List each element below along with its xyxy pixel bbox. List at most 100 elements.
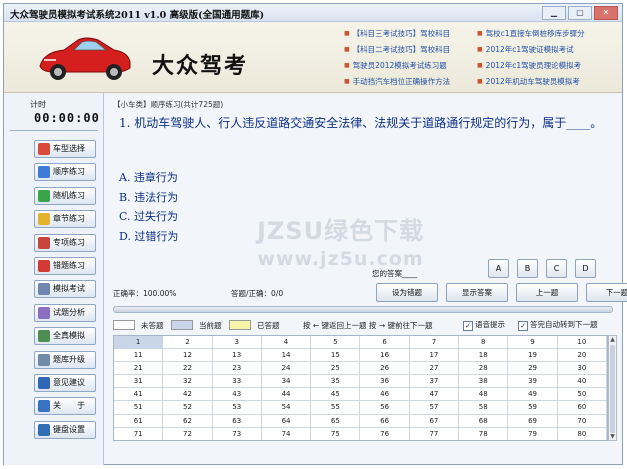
question-cell[interactable]: 60: [557, 401, 607, 415]
question-cell[interactable]: 15: [311, 349, 361, 363]
answer-b-button[interactable]: B: [517, 259, 538, 278]
close-button[interactable]: ✕: [594, 6, 618, 20]
question-cell[interactable]: 3: [212, 336, 262, 350]
question-cell[interactable]: 27: [409, 362, 460, 376]
question-cell[interactable]: 63: [212, 414, 262, 428]
sidebar-button[interactable]: 专项练习: [34, 233, 96, 252]
question-cell[interactable]: 68: [459, 414, 509, 428]
sidebar-button[interactable]: 意见建议: [34, 373, 96, 392]
question-cell[interactable]: 32: [163, 375, 213, 389]
question-cell[interactable]: 18: [459, 349, 509, 363]
question-cell[interactable]: 57: [409, 401, 460, 415]
option-a[interactable]: A. 违章行为: [119, 169, 178, 189]
question-cell[interactable]: 11: [114, 349, 164, 363]
question-cell[interactable]: 35: [311, 375, 361, 389]
question-cell[interactable]: 17: [409, 349, 460, 363]
question-cell[interactable]: 78: [459, 427, 509, 440]
title-bar[interactable]: 大众驾驶员模拟考试系统2011 v1.0 高级版(全国通用题库) ▁ ▢ ✕: [4, 4, 622, 22]
answer-c-button[interactable]: C: [546, 259, 567, 278]
question-cell[interactable]: 16: [360, 349, 410, 363]
question-cell[interactable]: 67: [409, 414, 460, 428]
question-cell[interactable]: 1: [114, 336, 164, 350]
question-cell[interactable]: 24: [261, 362, 312, 376]
question-cell[interactable]: 36: [360, 375, 410, 389]
sidebar-button[interactable]: 题库升级: [34, 350, 96, 369]
sidebar-button[interactable]: 关 于: [34, 397, 96, 416]
question-cell[interactable]: 55: [311, 401, 361, 415]
sidebar-button[interactable]: 随机练习: [34, 186, 96, 205]
question-cell[interactable]: 4: [261, 336, 312, 350]
question-cell[interactable]: 44: [261, 388, 312, 402]
question-cell[interactable]: 28: [459, 362, 509, 376]
news-link[interactable]: 【科目二考试技巧】驾校科目: [344, 42, 484, 58]
scroll-down-icon[interactable]: ▼: [609, 433, 616, 440]
option-d[interactable]: D. 过错行为: [119, 228, 178, 248]
answer-a-button[interactable]: A: [488, 259, 509, 278]
sidebar-button[interactable]: 错题练习: [34, 256, 96, 275]
question-cell[interactable]: 51: [114, 401, 164, 415]
option-c[interactable]: C. 过失行为: [119, 208, 178, 228]
question-cell[interactable]: 26: [360, 362, 410, 376]
question-cell[interactable]: 25: [311, 362, 361, 376]
question-cell[interactable]: 73: [212, 427, 262, 440]
question-cell[interactable]: 66: [360, 414, 410, 428]
question-cell[interactable]: 58: [459, 401, 509, 415]
question-cell[interactable]: 49: [508, 388, 558, 402]
news-link[interactable]: 2012年c1驾驶证模拟考试: [477, 42, 619, 58]
question-cell[interactable]: 65: [311, 414, 361, 428]
question-cell[interactable]: 12: [163, 349, 213, 363]
question-cell[interactable]: 70: [557, 414, 607, 428]
question-cell[interactable]: 43: [212, 388, 262, 402]
question-cell[interactable]: 62: [163, 414, 213, 428]
question-cell[interactable]: 13: [212, 349, 262, 363]
sidebar-button[interactable]: 车型选择: [34, 140, 96, 158]
sidebar-button[interactable]: 顺序练习: [34, 163, 96, 182]
question-cell[interactable]: 20: [557, 349, 607, 363]
question-cell[interactable]: 14: [261, 349, 312, 363]
question-cell[interactable]: 38: [459, 375, 509, 389]
scroll-thumb[interactable]: [610, 345, 615, 433]
question-cell[interactable]: 9: [508, 336, 558, 350]
question-cell[interactable]: 29: [508, 362, 558, 376]
question-cell[interactable]: 80: [557, 427, 607, 440]
question-cell[interactable]: 69: [508, 414, 558, 428]
question-cell[interactable]: 52: [163, 401, 213, 415]
question-cell[interactable]: 23: [212, 362, 262, 376]
question-cell[interactable]: 48: [459, 388, 509, 402]
question-cell[interactable]: 19: [508, 349, 558, 363]
news-link[interactable]: 2012年c1驾驶员理论模拟考: [477, 58, 619, 74]
question-cell[interactable]: 40: [557, 375, 607, 389]
question-cell[interactable]: 64: [261, 414, 312, 428]
sidebar-button[interactable]: 章节练习: [34, 210, 96, 229]
question-cell[interactable]: 6: [360, 336, 410, 350]
question-cell[interactable]: 77: [409, 427, 460, 440]
question-cell[interactable]: 2: [163, 336, 213, 350]
show-answer-button[interactable]: 显示答案: [446, 283, 508, 302]
sidebar-button[interactable]: 模拟考试: [34, 280, 96, 299]
question-cell[interactable]: 45: [311, 388, 361, 402]
sidebar-button[interactable]: 键盘设置: [34, 420, 96, 439]
question-cell[interactable]: 50: [557, 388, 607, 402]
question-cell[interactable]: 7: [409, 336, 460, 350]
question-cell[interactable]: 33: [212, 375, 262, 389]
mark-wrong-button[interactable]: 设为错题: [376, 283, 438, 302]
option-b[interactable]: B. 违法行为: [119, 189, 178, 209]
question-cell[interactable]: 39: [508, 375, 558, 389]
news-link[interactable]: 【科目三考试技巧】驾校科目: [344, 26, 484, 42]
prev-question-button[interactable]: 上一题: [516, 283, 578, 302]
answer-d-button[interactable]: D: [575, 259, 596, 278]
question-cell[interactable]: 34: [261, 375, 312, 389]
minimize-button[interactable]: ▁: [542, 6, 566, 20]
question-cell[interactable]: 56: [360, 401, 410, 415]
next-question-button[interactable]: 下一题: [586, 283, 627, 302]
auto-next-checkbox[interactable]: 答完自动转到下一题: [518, 319, 598, 331]
question-cell[interactable]: 59: [508, 401, 558, 415]
question-cell[interactable]: 42: [163, 388, 213, 402]
question-cell[interactable]: 47: [409, 388, 460, 402]
grid-scrollbar[interactable]: ▲ ▼: [608, 335, 617, 441]
question-cell[interactable]: 79: [508, 427, 558, 440]
question-cell[interactable]: 61: [114, 414, 164, 428]
news-link[interactable]: 驾驶员2012模拟考试练习题: [344, 58, 484, 74]
question-cell[interactable]: 31: [114, 375, 164, 389]
question-cell[interactable]: 76: [360, 427, 410, 440]
